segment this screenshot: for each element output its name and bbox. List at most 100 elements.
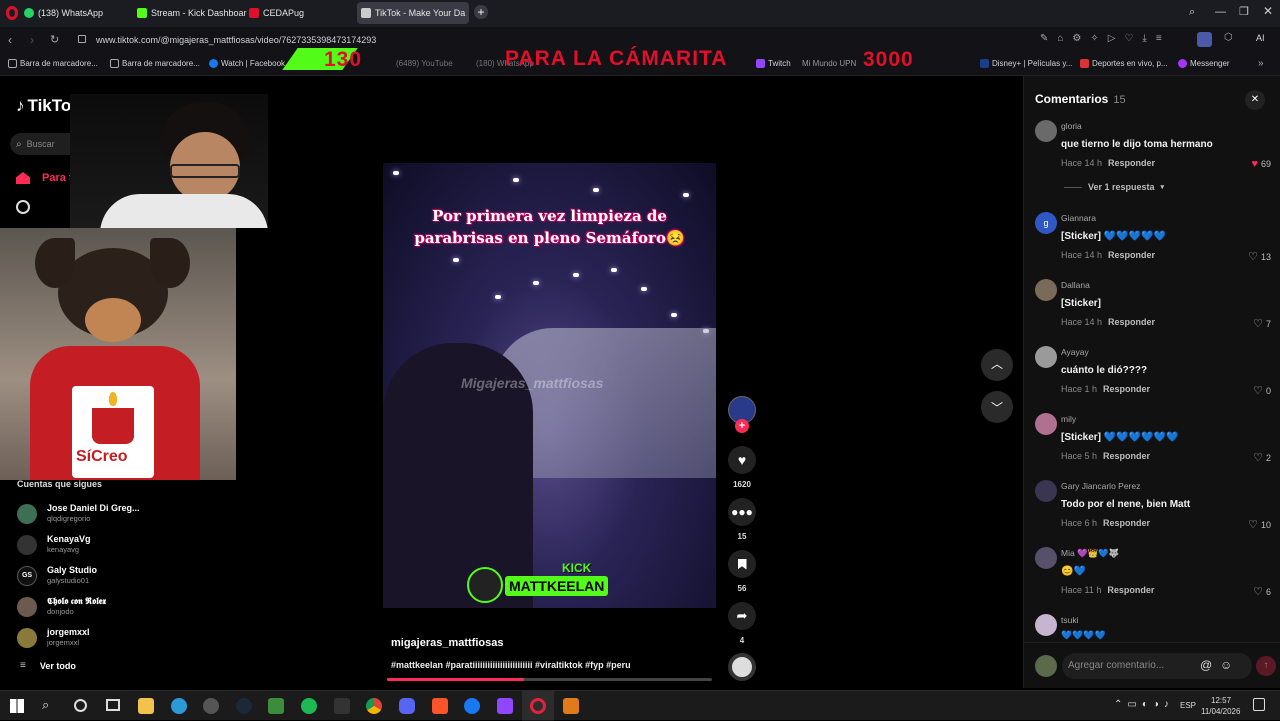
view-replies-link[interactable]: Ver 1 respuesta ▾ [1064,182,1164,192]
reply-button[interactable]: Responder [1107,585,1154,595]
bookmark-folder-2[interactable]: Barra de marcadore... [110,59,200,68]
like-button[interactable]: ♥ [728,446,756,474]
next-video-button[interactable]: ﹀ [981,391,1013,423]
followed-account[interactable]: GS Galy Studio galystudio01 [17,563,237,589]
clock-date[interactable]: 11/04/2026 [1201,707,1240,716]
reply-button[interactable]: Responder [1103,518,1150,528]
comment-user[interactable]: Mia 💜👑💙🐺 [1061,548,1119,559]
comment-user[interactable]: mily [1061,414,1076,424]
ai-button[interactable]: AI [1256,33,1265,43]
bookmarks-more-icon[interactable]: » [1258,58,1264,69]
emoji-icon[interactable]: ☺ [1220,658,1232,672]
opera-logo-icon[interactable] [6,6,18,20]
bookmark-twitch[interactable]: Twitch [756,59,791,68]
facebook-icon[interactable] [464,698,480,714]
task-view-icon[interactable] [106,699,120,711]
comment-like-button[interactable]: ♡ 13 [1248,250,1271,263]
post-comment-button[interactable]: ↑ [1256,656,1276,676]
heart-outline-icon: ♡ [1253,385,1263,397]
app-icon[interactable] [203,698,219,714]
tab-tiktok[interactable]: TikTok - Make Your Da [357,2,469,24]
search-icon[interactable]: ⌕ [42,697,49,713]
system-tray-icons[interactable]: ⌃▭◐◑♪ [1114,699,1174,710]
comment-user[interactable]: gloria [1061,121,1082,131]
reply-button[interactable]: Responder [1108,158,1155,168]
followed-account[interactable]: 𝕮𝖍𝖔𝖑𝖔 𝖈𝖔𝖓 𝕽𝖔𝖑𝖊𝖝 donjodo [17,594,237,620]
reply-button[interactable]: Responder [1108,250,1155,260]
edge-icon[interactable] [171,698,187,714]
url-field[interactable]: www.tiktok.com/@migajeras_mattfiosas/vid… [96,35,376,45]
comment-like-button[interactable]: ♥ 69 [1251,158,1271,170]
file-explorer-icon[interactable] [138,698,154,714]
close-comments-button[interactable]: ✕ [1245,90,1265,110]
followed-account[interactable]: Jose Daniel Di Greg... qlqdigregorio [17,501,237,527]
music-disc-icon[interactable] [728,653,756,681]
spotify-icon[interactable] [301,698,317,714]
app-icon[interactable] [268,698,284,714]
search-tabs-icon[interactable]: ⌕ [1189,6,1195,19]
nav-for-you[interactable]: Para ti [16,172,76,184]
followed-account[interactable]: KenayaVg kenayavg [17,532,237,558]
video-author[interactable]: migajeras_mattfiosas [391,637,504,649]
video-player[interactable]: Por primera vez limpieza de parabrisas e… [383,163,716,608]
mention-icon[interactable]: @ [1200,658,1212,672]
maximize-button[interactable]: ❐ [1239,5,1249,18]
profile-avatar[interactable] [1197,32,1212,47]
bookmark-facebook[interactable]: Watch | Facebook [209,59,285,68]
light-dot [671,313,677,317]
clock-time[interactable]: 12:57 [1211,696,1231,705]
reply-button[interactable]: Responder [1103,451,1150,461]
close-window-button[interactable]: ✕ [1263,4,1273,18]
discord-icon[interactable] [399,698,415,714]
bookmark-deportes[interactable]: Deportes en vivo, p... [1080,59,1168,68]
app-icon[interactable] [563,698,579,714]
comment-user[interactable]: Gary Jiancarlo Perez [1061,481,1140,491]
reply-button[interactable]: Responder [1108,317,1155,327]
bookmark-messenger[interactable]: Messenger [1178,59,1230,68]
comment-like-button[interactable]: ♡ 10 [1248,518,1271,531]
tab-cedapug[interactable]: CEDAPug [249,2,349,24]
back-button[interactable]: ‹ [8,33,12,47]
comment-user[interactable]: tsuki [1061,615,1078,625]
comment-user[interactable]: Giannara [1061,213,1096,223]
comment-user[interactable]: Dallana [1061,280,1090,290]
comment-like-button[interactable]: ♡ 7 [1253,317,1271,330]
browser-toolbar-icons[interactable]: ✎⌂⚙✧▷♡⤓≡ [1040,33,1171,44]
epic-games-icon[interactable] [334,698,350,714]
minimize-button[interactable]: — [1215,6,1226,18]
followed-account[interactable]: jorgemxxl jorgemxxl [17,625,237,651]
previous-video-button[interactable]: ︿ [981,349,1013,381]
cortana-icon[interactable] [74,699,87,712]
notifications-icon[interactable] [1253,698,1265,711]
comment-button[interactable]: ●●● [728,498,756,526]
video-progress-bar[interactable] [387,678,712,681]
bookmark-youtube[interactable]: (6489) YouTube [396,59,453,68]
comment-like-button[interactable]: ♡ 6 [1253,585,1271,598]
chrome-icon[interactable] [366,698,382,714]
bookmark-folder-1[interactable]: Barra de marcadore... [8,59,98,68]
twitch-icon[interactable] [497,698,513,714]
reply-button[interactable]: Responder [1103,384,1150,394]
new-tab-button[interactable]: + [474,5,488,19]
save-button[interactable] [728,550,756,578]
tab-kick-dashboard[interactable]: Stream - Kick Dashboard [137,2,247,24]
bookmark-disney[interactable]: Disney+ | Películas y... [980,59,1072,68]
language-indicator[interactable]: ESP [1180,701,1196,710]
share-button[interactable]: ➦ [728,602,756,630]
follow-plus-icon[interactable]: + [735,419,749,433]
comment-like-button[interactable]: ♡ 0 [1253,384,1271,397]
extensions-icon[interactable]: ⬡ [1224,32,1233,43]
tab-whatsapp[interactable]: (138) WhatsApp [24,2,129,24]
steam-icon[interactable] [236,698,252,714]
comment-input[interactable]: Agregar comentario... @ ☺ [1062,653,1252,679]
explore-icon[interactable] [16,200,30,214]
bookmark-upn[interactable]: Mi Mundo UPN [802,59,856,68]
comment-like-button[interactable]: ♡ 2 [1253,451,1271,464]
video-hashtags[interactable]: #mattkeelan #paratiiiiiiiiiiiiiiiiiiiiii… [391,660,631,670]
brave-icon[interactable] [432,698,448,714]
comment-user[interactable]: Ayayay [1061,347,1089,357]
forward-button[interactable]: › [30,33,34,47]
reload-icon[interactable]: ↻ [50,33,59,46]
see-all-link[interactable]: ≡ Ver todo [20,660,76,671]
windows-start-icon[interactable] [10,699,24,713]
